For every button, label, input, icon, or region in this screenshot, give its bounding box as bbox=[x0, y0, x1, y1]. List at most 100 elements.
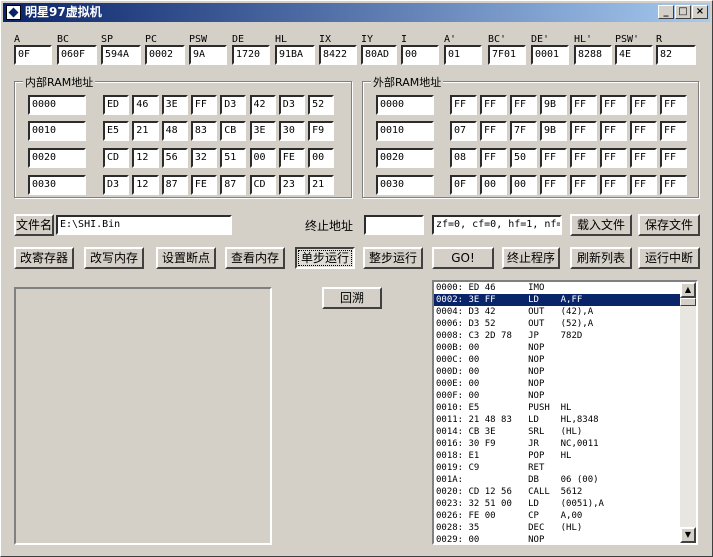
internal-ram-byte-field[interactable]: 42 bbox=[249, 95, 276, 115]
edit-memory-button[interactable]: 改写内存 bbox=[84, 247, 144, 269]
internal-ram-byte-field[interactable]: 12 bbox=[132, 148, 159, 168]
external-ram-byte-field[interactable]: FF bbox=[570, 95, 597, 115]
go-button[interactable]: GO! bbox=[432, 247, 494, 269]
internal-ram-byte-field[interactable]: CB bbox=[220, 121, 247, 141]
internal-ram-byte-field[interactable]: 3E bbox=[161, 95, 188, 115]
internal-ram-byte-field[interactable]: 21 bbox=[308, 175, 335, 195]
register-field[interactable]: 82 bbox=[656, 45, 696, 65]
disasm-row[interactable]: 000D: 00 NOP bbox=[434, 366, 680, 378]
external-ram-address-field[interactable]: 0020 bbox=[376, 148, 434, 168]
internal-ram-byte-field[interactable]: 23 bbox=[278, 175, 306, 195]
external-ram-byte-field[interactable]: FF bbox=[600, 121, 627, 141]
internal-ram-byte-field[interactable]: D3 bbox=[278, 95, 306, 115]
register-field[interactable]: 0002 bbox=[145, 45, 185, 65]
disasm-row[interactable]: 0020: CD 12 56 CALL 5612 bbox=[434, 486, 680, 498]
external-ram-byte-field[interactable]: FF bbox=[600, 175, 627, 195]
external-ram-byte-field[interactable]: FF bbox=[630, 121, 657, 141]
internal-ram-byte-field[interactable]: 83 bbox=[190, 121, 218, 141]
external-ram-byte-field[interactable]: FF bbox=[480, 121, 507, 141]
external-ram-byte-field[interactable]: FF bbox=[630, 148, 657, 168]
internal-ram-byte-field[interactable]: 00 bbox=[308, 148, 335, 168]
external-ram-byte-field[interactable]: FF bbox=[570, 175, 597, 195]
external-ram-byte-field[interactable]: 0F bbox=[450, 175, 477, 195]
disasm-row[interactable]: 0016: 30 F9 JR NC,0011 bbox=[434, 438, 680, 450]
internal-ram-address-field[interactable]: 0020 bbox=[28, 148, 86, 168]
single-step-button[interactable]: 单步运行 bbox=[295, 247, 355, 269]
title-bar[interactable]: 明星97虚拟机 _ □ × bbox=[3, 3, 710, 22]
edit-register-button[interactable]: 改寄存器 bbox=[14, 247, 74, 269]
refresh-list-button[interactable]: 刷新列表 bbox=[570, 247, 632, 269]
internal-ram-byte-field[interactable]: FE bbox=[278, 148, 306, 168]
disasm-row[interactable]: 0010: E5 PUSH HL bbox=[434, 402, 680, 414]
filename-input[interactable]: E:\SHI.Bin bbox=[56, 215, 232, 235]
step-over-button[interactable]: 整步运行 bbox=[363, 247, 423, 269]
internal-ram-byte-field[interactable]: 3E bbox=[249, 121, 276, 141]
register-field[interactable]: 594A bbox=[101, 45, 141, 65]
internal-ram-byte-field[interactable]: D3 bbox=[220, 95, 247, 115]
disasm-row[interactable]: 0029: 00 NOP bbox=[434, 534, 680, 543]
external-ram-byte-field[interactable]: FF bbox=[480, 148, 507, 168]
internal-ram-byte-field[interactable]: 48 bbox=[161, 121, 188, 141]
internal-ram-byte-field[interactable]: 52 bbox=[308, 95, 335, 115]
external-ram-byte-field[interactable]: 9B bbox=[540, 95, 567, 115]
external-ram-byte-field[interactable]: 08 bbox=[450, 148, 477, 168]
disasm-row[interactable]: 000F: 00 NOP bbox=[434, 390, 680, 402]
disassembly-scrollbar[interactable]: ▲ ▼ bbox=[680, 282, 696, 543]
register-field[interactable]: 8288 bbox=[574, 45, 612, 65]
internal-ram-byte-field[interactable]: E5 bbox=[103, 121, 130, 141]
disasm-row[interactable]: 0018: E1 POP HL bbox=[434, 450, 680, 462]
minimize-button[interactable]: _ bbox=[658, 5, 674, 19]
register-field[interactable]: 8422 bbox=[319, 45, 357, 65]
register-field[interactable]: 9A bbox=[189, 45, 227, 65]
disasm-row[interactable]: 0008: C3 2D 78 JP 782D bbox=[434, 330, 680, 342]
internal-ram-byte-field[interactable]: 30 bbox=[278, 121, 306, 141]
external-ram-byte-field[interactable]: FF bbox=[540, 175, 567, 195]
disasm-row[interactable]: 0023: 32 51 00 LD (0051),A bbox=[434, 498, 680, 510]
register-field[interactable]: 060F bbox=[57, 45, 97, 65]
external-ram-byte-field[interactable]: FF bbox=[480, 95, 507, 115]
disassembly-list[interactable]: 0000: ED 46 IMO 0002: 3E FF LD A,FF 0004: … bbox=[432, 280, 698, 545]
external-ram-byte-field[interactable]: FF bbox=[660, 148, 687, 168]
disasm-row[interactable]: 0014: CB 3E SRL (HL) bbox=[434, 426, 680, 438]
internal-ram-byte-field[interactable]: 46 bbox=[132, 95, 159, 115]
external-ram-byte-field[interactable]: FF bbox=[660, 175, 687, 195]
scroll-down-icon[interactable]: ▼ bbox=[680, 527, 696, 543]
internal-ram-byte-field[interactable]: ED bbox=[103, 95, 130, 115]
disasm-row[interactable]: 0006: D3 52 OUT (52),A bbox=[434, 318, 680, 330]
register-field[interactable]: 00 bbox=[401, 45, 439, 65]
disasm-row[interactable]: 000B: 00 NOP bbox=[434, 342, 680, 354]
internal-ram-byte-field[interactable]: 87 bbox=[161, 175, 188, 195]
external-ram-byte-field[interactable]: FF bbox=[570, 148, 597, 168]
external-ram-address-field[interactable]: 0030 bbox=[376, 175, 434, 195]
register-field[interactable]: 0F bbox=[14, 45, 52, 65]
internal-ram-byte-field[interactable]: 51 bbox=[220, 148, 247, 168]
external-ram-byte-field[interactable]: FF bbox=[570, 121, 597, 141]
external-ram-byte-field[interactable]: FF bbox=[660, 95, 687, 115]
internal-ram-byte-field[interactable]: 87 bbox=[220, 175, 247, 195]
disasm-row[interactable]: 0026: FE 00 CP A,00 bbox=[434, 510, 680, 522]
external-ram-byte-field[interactable]: FF bbox=[540, 148, 567, 168]
disasm-row-selected[interactable]: 0002: 3E FF LD A,FF bbox=[434, 294, 680, 306]
internal-ram-address-field[interactable]: 0030 bbox=[28, 175, 86, 195]
load-file-button[interactable]: 载入文件 bbox=[570, 214, 632, 236]
external-ram-byte-field[interactable]: 9B bbox=[540, 121, 567, 141]
external-ram-address-field[interactable]: 0000 bbox=[376, 95, 434, 115]
internal-ram-byte-field[interactable]: 32 bbox=[190, 148, 218, 168]
register-field[interactable]: 7F01 bbox=[488, 45, 526, 65]
disasm-row[interactable]: 0028: 35 DEC (HL) bbox=[434, 522, 680, 534]
scroll-thumb[interactable] bbox=[680, 298, 696, 306]
internal-ram-byte-field[interactable]: D3 bbox=[103, 175, 130, 195]
view-memory-button[interactable]: 查看内存 bbox=[225, 247, 285, 269]
interrupt-button[interactable]: 运行中断 bbox=[638, 247, 700, 269]
external-ram-byte-field[interactable]: FF bbox=[600, 95, 627, 115]
disasm-row[interactable]: 000E: 00 NOP bbox=[434, 378, 680, 390]
internal-ram-byte-field[interactable]: CD bbox=[249, 175, 276, 195]
register-field[interactable]: 4E bbox=[615, 45, 653, 65]
disasm-row[interactable]: 0004: D3 42 OUT (42),A bbox=[434, 306, 680, 318]
end-address-input[interactable] bbox=[364, 215, 424, 235]
internal-ram-byte-field[interactable]: 12 bbox=[132, 175, 159, 195]
external-ram-byte-field[interactable]: 07 bbox=[450, 121, 477, 141]
register-field[interactable]: 80AD bbox=[361, 45, 397, 65]
external-ram-byte-field[interactable]: 00 bbox=[480, 175, 507, 195]
set-breakpoint-button[interactable]: 设置断点 bbox=[156, 247, 216, 269]
